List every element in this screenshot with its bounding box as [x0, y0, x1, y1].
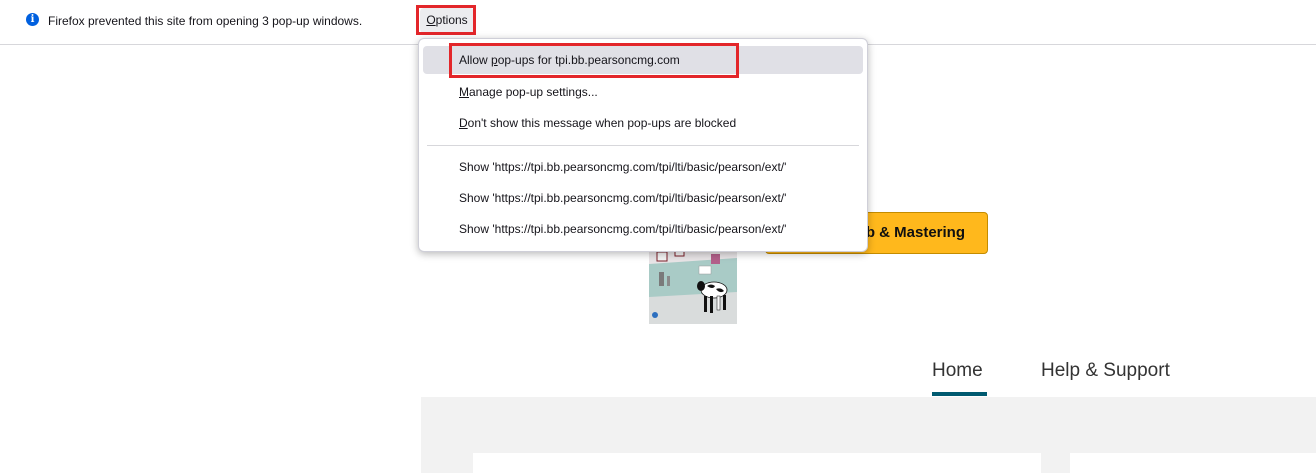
- menu-item-show-popup[interactable]: Show 'https://tpi.bb.pearsoncmg.com/tpi/…: [423, 215, 863, 243]
- menu-item-allow-popups[interactable]: Allow pop-ups for tpi.bb.pearsoncmg.com: [423, 46, 863, 74]
- menu-item-show-popup[interactable]: Show 'https://tpi.bb.pearsoncmg.com/tpi/…: [423, 153, 863, 181]
- manage-label-post: anage pop-up settings...: [469, 85, 598, 99]
- nav-tab-help-support[interactable]: Help & Support: [1041, 360, 1170, 382]
- dont-show-label-post: on't show this message when pop-ups are …: [467, 116, 737, 130]
- options-access-key: O: [426, 13, 436, 27]
- options-label-rest: ptions: [435, 13, 468, 27]
- course-thumbnail-image: [649, 242, 737, 324]
- info-icon: i: [26, 13, 39, 26]
- options-button[interactable]: Options: [420, 8, 474, 33]
- menu-item-manage-settings[interactable]: Manage pop-up settings...: [423, 78, 863, 106]
- popup-options-menu: Allow pop-ups for tpi.bb.pearsoncmg.com …: [418, 38, 868, 252]
- manage-access-key: M: [459, 85, 469, 99]
- allow-label-post: op-ups for tpi.bb.pearsoncmg.com: [497, 53, 680, 67]
- dont-show-access-key: D: [459, 116, 468, 130]
- thumbnail-illustration: [649, 242, 737, 324]
- launch-mastering-label: b & Mastering: [865, 224, 965, 241]
- notification-message: Firefox prevented this site from opening…: [48, 14, 363, 28]
- content-card: [1070, 453, 1316, 473]
- menu-item-dont-show[interactable]: Don't show this message when pop-ups are…: [423, 109, 863, 137]
- content-card: [473, 453, 1041, 473]
- menu-separator: [427, 145, 859, 146]
- nav-active-underline: [932, 392, 987, 396]
- menu-item-show-popup[interactable]: Show 'https://tpi.bb.pearsoncmg.com/tpi/…: [423, 184, 863, 212]
- nav-tab-home[interactable]: Home: [932, 360, 983, 382]
- allow-access-key: p: [491, 53, 498, 67]
- allow-label-pre: Allow: [459, 53, 492, 67]
